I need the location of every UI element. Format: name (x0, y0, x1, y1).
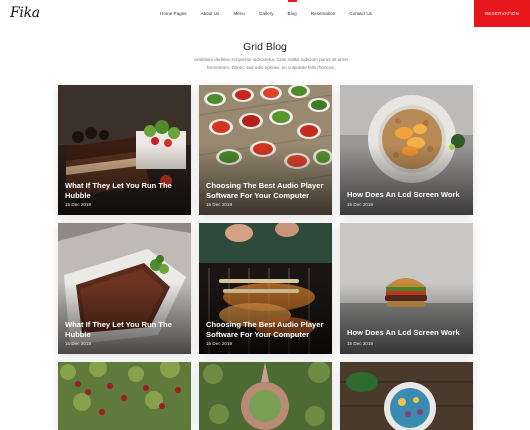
blog-card[interactable] (199, 362, 332, 430)
post-image (58, 362, 191, 430)
nav-item-home-pages[interactable]: Home Pages (160, 11, 187, 16)
post-title[interactable]: What If They Let You Run The Hubble (65, 320, 185, 339)
post-date: 15 Dec 2019 (65, 341, 92, 346)
post-date: 15 Dec 2019 (206, 341, 233, 346)
blog-card[interactable] (58, 362, 191, 430)
nav-item-menu[interactable]: Menu (233, 11, 245, 16)
page-title: Grid Blog (243, 41, 287, 53)
post-date: 15 Dec 2019 (206, 202, 233, 207)
page-subtitle: Ambitioni dedisse scripsisse iudicaretur… (194, 57, 348, 70)
main-nav: Home Pages About Us Menu Gallery Blog Re… (160, 0, 372, 16)
post-image (199, 362, 332, 430)
post-title[interactable]: What If They Let You Run The Hubble (65, 181, 185, 200)
post-date: 15 Dec 2019 (347, 202, 374, 207)
post-title[interactable]: Choosing The Best Audio Player Software … (206, 320, 326, 339)
blog-card[interactable] (340, 362, 473, 430)
post-date: 15 Dec 2019 (347, 341, 374, 346)
nav-item-contact-us[interactable]: Contact Us (349, 11, 372, 16)
blog-card[interactable]: What If They Let You Run The Hubble 15 D… (58, 85, 191, 215)
post-title[interactable]: How Does An Lcd Screen Work (347, 190, 467, 200)
blog-card[interactable]: How Does An Lcd Screen Work 15 Dec 2019 (340, 223, 473, 354)
nav-item-about-us[interactable]: About Us (201, 11, 220, 16)
blog-card[interactable]: How Does An Lcd Screen Work 15 Dec 2019 (340, 85, 473, 215)
nav-item-gallery[interactable]: Gallery (259, 11, 274, 16)
site-header: Fika Home Pages About Us Menu Gallery Bl… (0, 0, 530, 28)
nav-item-reservation[interactable]: Reservation (311, 11, 336, 16)
blog-card[interactable]: What If They Let You Run The Hubble 15 D… (58, 223, 191, 354)
blog-card[interactable]: Choosing The Best Audio Player Software … (199, 85, 332, 215)
blog-card[interactable]: Choosing The Best Audio Player Software … (199, 223, 332, 354)
post-date: 15 Dec 2019 (65, 202, 92, 207)
reservation-button[interactable]: RESERVATION (474, 0, 530, 27)
post-title[interactable]: Choosing The Best Audio Player Software … (206, 181, 326, 200)
nav-item-blog[interactable]: Blog (287, 0, 297, 16)
logo[interactable]: Fika (10, 5, 40, 21)
post-title[interactable]: How Does An Lcd Screen Work (347, 328, 467, 338)
post-image (340, 362, 473, 430)
